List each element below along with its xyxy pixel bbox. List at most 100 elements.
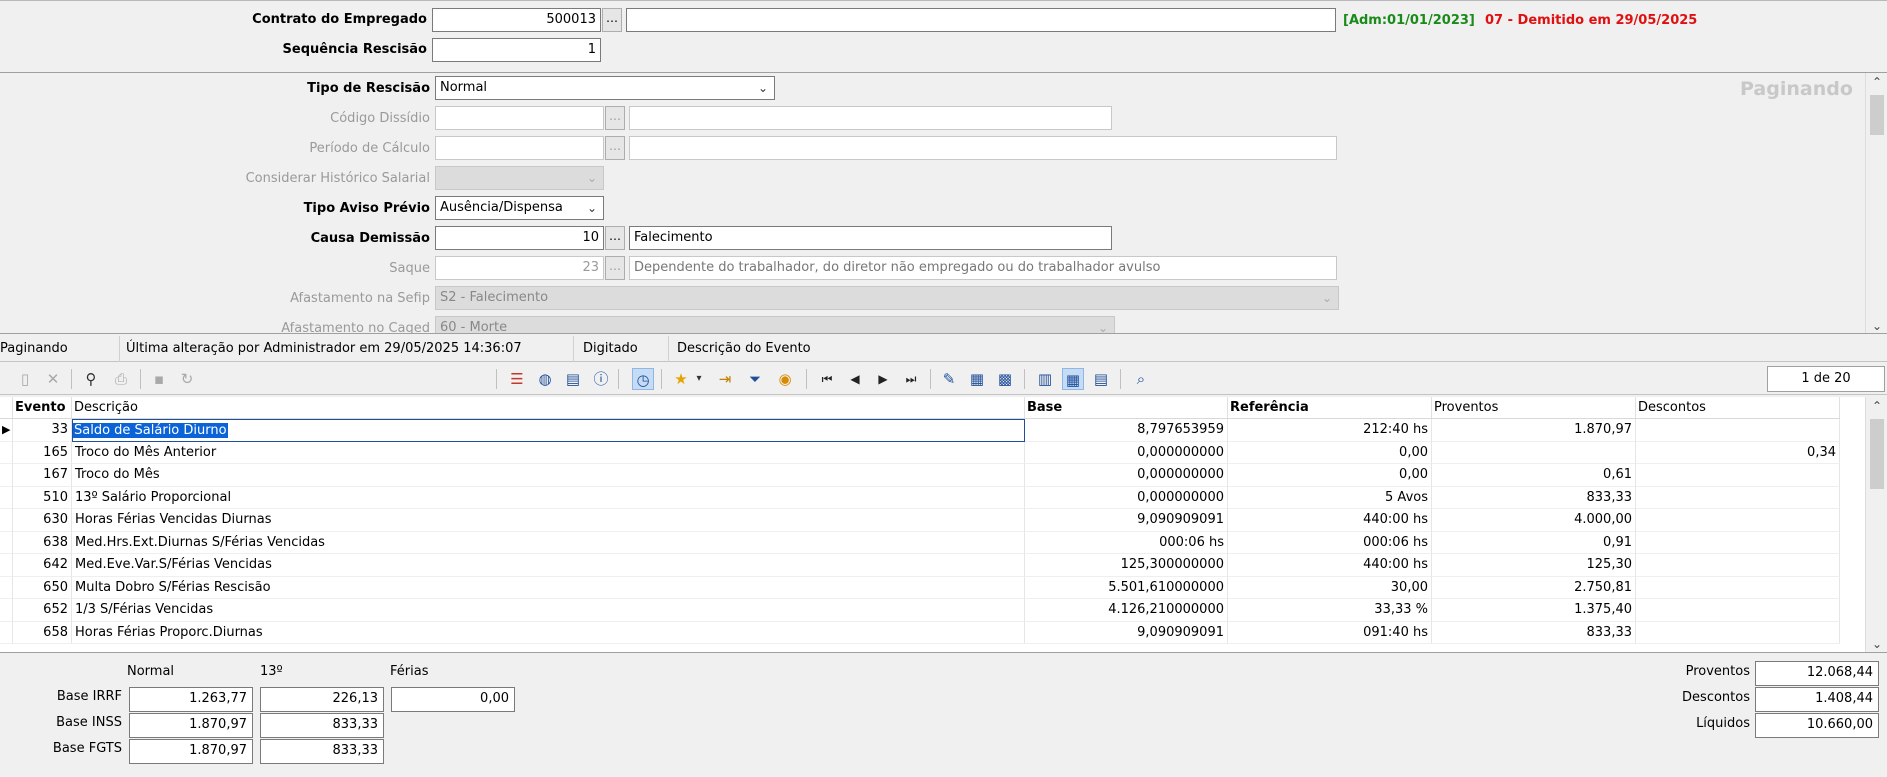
table-row[interactable]: 167 Troco do Mês 0,000000000 0,00 0,61 — [0, 464, 1840, 487]
tipo-rescisao-select[interactable]: Normal ⌄ — [435, 76, 775, 100]
cell-proventos[interactable]: 1.375,40 — [1432, 599, 1636, 622]
globe-icon[interactable]: ◍ — [534, 368, 556, 390]
cell-referencia[interactable]: 440:00 hs — [1228, 554, 1432, 577]
cell-descontos[interactable] — [1636, 576, 1840, 599]
cell-descricao[interactable]: Saldo de Salário Diurno — [72, 419, 1025, 442]
cell-descricao[interactable]: Troco do Mês Anterior — [72, 441, 1025, 464]
grid-rows-icon[interactable]: ▤ — [1090, 368, 1112, 390]
cell-base[interactable]: 5.501,610000000 — [1025, 576, 1228, 599]
afastamento-caged-select[interactable]: 60 - Morte ⌄ — [435, 316, 1115, 333]
table-row[interactable]: ▶ 33 Saldo de Salário Diurno 8,797653959 212… — [0, 419, 1840, 442]
export-icon[interactable]: ⇥ — [714, 368, 736, 390]
cell-proventos[interactable]: 4.000,00 — [1432, 509, 1636, 532]
search-binoculars-icon[interactable]: ⚲ — [80, 368, 102, 390]
cell-proventos[interactable] — [1432, 441, 1636, 464]
cell-descricao[interactable]: Troco do Mês — [72, 464, 1025, 487]
codigo-dissidio-input[interactable] — [435, 106, 604, 130]
list-report-icon[interactable]: ☰ — [506, 368, 528, 390]
table-row[interactable]: 638 Med.Hrs.Ext.Diurnas S/Férias Vencidas… — [0, 531, 1840, 554]
cell-evento[interactable]: 510 — [13, 486, 72, 509]
table-row[interactable]: 652 1/3 S/Férias Vencidas 4.126,210000000 3… — [0, 599, 1840, 622]
table-row[interactable]: 642 Med.Eve.Var.S/Férias Vencidas 125,3000… — [0, 554, 1840, 577]
column-header-base[interactable]: Base — [1025, 397, 1228, 419]
grid-columns-icon[interactable]: ▦ — [1062, 368, 1084, 390]
filter-clear-icon[interactable]: ◉ — [774, 368, 796, 390]
codigo-dissidio-lookup-button[interactable]: … — [605, 106, 625, 130]
cell-base[interactable]: 8,797653959 — [1025, 419, 1228, 442]
cell-referencia[interactable]: 440:00 hs — [1228, 509, 1432, 532]
cell-proventos[interactable]: 833,33 — [1432, 621, 1636, 644]
cell-base[interactable]: 9,090909091 — [1025, 621, 1228, 644]
table-row[interactable]: 658 Horas Férias Proporc.Diurnas 9,0909090… — [0, 621, 1840, 644]
cell-evento[interactable]: 33 — [13, 419, 72, 442]
periodo-calculo-input[interactable] — [435, 136, 604, 160]
cell-evento[interactable]: 652 — [13, 599, 72, 622]
cell-referencia[interactable]: 33,33 % — [1228, 599, 1432, 622]
cell-proventos[interactable]: 2.750,81 — [1432, 576, 1636, 599]
cell-evento[interactable]: 642 — [13, 554, 72, 577]
scroll-down-icon[interactable]: ⌄ — [1866, 637, 1887, 651]
cell-evento[interactable]: 165 — [13, 441, 72, 464]
considerar-historico-select[interactable]: ⌄ — [435, 166, 604, 190]
last-record-icon[interactable]: ⏭ — [900, 368, 922, 390]
afastamento-sefip-select[interactable]: S2 - Falecimento ⌄ — [435, 286, 1339, 310]
scroll-down-icon[interactable]: ⌄ — [1866, 319, 1887, 333]
cell-descontos[interactable] — [1636, 621, 1840, 644]
cell-descontos[interactable] — [1636, 509, 1840, 532]
cell-proventos[interactable]: 0,91 — [1432, 531, 1636, 554]
save-icon[interactable]: ▪ — [148, 368, 170, 390]
form-scroll-thumb[interactable] — [1870, 95, 1884, 135]
contract-lookup-button[interactable]: … — [602, 8, 622, 32]
star-dropdown-icon[interactable]: ▾ — [692, 368, 706, 390]
new-record-icon[interactable]: ▯ — [14, 368, 36, 390]
form-scrollbar[interactable]: ⌃ ⌄ — [1865, 73, 1887, 333]
cell-proventos[interactable]: 833,33 — [1432, 486, 1636, 509]
cell-base[interactable]: 9,090909091 — [1025, 509, 1228, 532]
cell-evento[interactable]: 630 — [13, 509, 72, 532]
delete-icon[interactable]: ✕ — [42, 368, 64, 390]
table-row[interactable]: 650 Multa Dobro S/Férias Rescisão 5.501,61… — [0, 576, 1840, 599]
cell-referencia[interactable]: 000:06 hs — [1228, 531, 1432, 554]
cell-descontos[interactable] — [1636, 464, 1840, 487]
column-header-referencia[interactable]: Referência — [1228, 397, 1432, 419]
cell-descontos[interactable] — [1636, 554, 1840, 577]
causa-demissao-input[interactable]: 10 — [435, 226, 604, 250]
contract-input[interactable]: 500013 — [432, 8, 601, 32]
cell-descricao[interactable]: Horas Férias Vencidas Diurnas — [72, 509, 1025, 532]
cell-proventos[interactable]: 1.870,97 — [1432, 419, 1636, 442]
saque-input[interactable]: 23 — [435, 256, 604, 280]
column-header-evento[interactable]: Evento — [13, 397, 72, 419]
cell-descontos[interactable] — [1636, 486, 1840, 509]
column-header-descontos[interactable]: Descontos — [1636, 397, 1840, 419]
causa-demissao-lookup-button[interactable]: … — [605, 226, 625, 250]
periodo-calculo-lookup-button[interactable]: … — [605, 136, 625, 160]
table-row[interactable]: 165 Troco do Mês Anterior 0,000000000 0,00 0… — [0, 441, 1840, 464]
cell-evento[interactable]: 638 — [13, 531, 72, 554]
grid-scroll-thumb[interactable] — [1870, 419, 1884, 489]
cell-evento[interactable]: 658 — [13, 621, 72, 644]
cell-referencia[interactable]: 0,00 — [1228, 464, 1432, 487]
previous-record-icon[interactable]: ◀ — [844, 368, 866, 390]
cell-base[interactable]: 125,300000000 — [1025, 554, 1228, 577]
grid-view-icon[interactable]: ▥ — [1034, 368, 1056, 390]
cell-proventos[interactable]: 0,61 — [1432, 464, 1636, 487]
cell-descontos[interactable]: 0,34 — [1636, 441, 1840, 464]
cell-descricao[interactable]: Horas Férias Proporc.Diurnas — [72, 621, 1025, 644]
document-search-icon[interactable]: ▩ — [994, 368, 1016, 390]
cell-descricao[interactable]: Med.Hrs.Ext.Diurnas S/Férias Vencidas — [72, 531, 1025, 554]
cell-descontos[interactable] — [1636, 531, 1840, 554]
cell-base[interactable]: 000:06 hs — [1025, 531, 1228, 554]
info-icon[interactable]: ⓘ — [590, 368, 612, 390]
cell-proventos[interactable]: 125,30 — [1432, 554, 1636, 577]
cell-referencia[interactable]: 0,00 — [1228, 441, 1432, 464]
cell-descricao[interactable]: Multa Dobro S/Férias Rescisão — [72, 576, 1025, 599]
cell-descricao[interactable]: 1/3 S/Férias Vencidas — [72, 599, 1025, 622]
tipo-aviso-previo-select[interactable]: Ausência/Dispensa ⌄ — [435, 196, 604, 220]
table-icon[interactable]: ▤ — [562, 368, 584, 390]
cell-referencia[interactable]: 091:40 hs — [1228, 621, 1432, 644]
column-header-descricao[interactable]: Descrição — [72, 397, 1025, 419]
cell-evento[interactable]: 167 — [13, 464, 72, 487]
sequence-input[interactable]: 1 — [432, 38, 601, 62]
cell-base[interactable]: 0,000000000 — [1025, 464, 1228, 487]
refresh-icon[interactable]: ↻ — [176, 368, 198, 390]
